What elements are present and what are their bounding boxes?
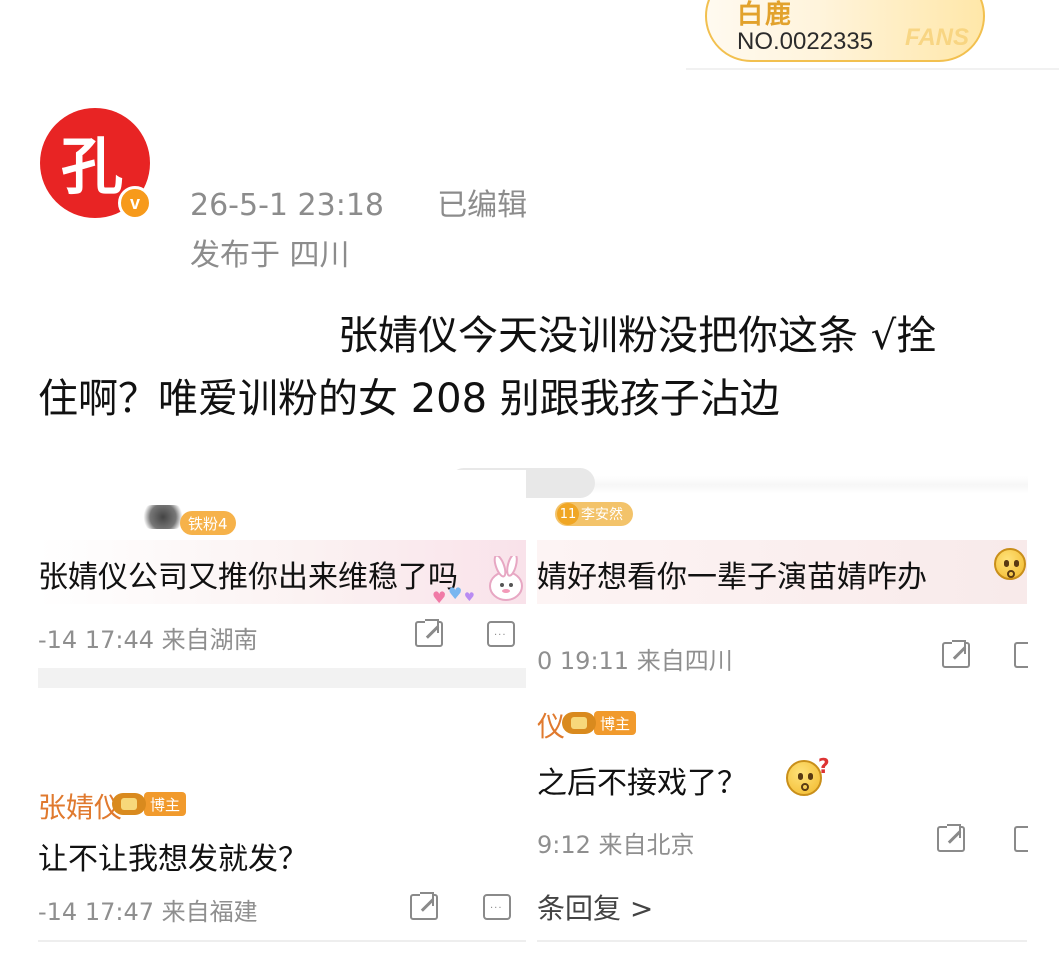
- avatar-initial: 孔: [60, 130, 123, 203]
- fans-number: NO.0022335: [737, 28, 874, 55]
- comment-icon[interactable]: ···: [483, 894, 511, 920]
- comment-time: -14 17:44 来自湖南: [38, 626, 258, 654]
- reply-text: 之后不接戏了？: [537, 766, 747, 801]
- fan-tag: 铁粉4: [180, 511, 236, 535]
- share-icon[interactable]: [415, 619, 443, 647]
- author-badge-label: 博主: [144, 792, 187, 816]
- comment-icon[interactable]: [1014, 642, 1028, 668]
- question-mark-icon: ?: [818, 754, 830, 778]
- author-badge-label: 博主: [594, 711, 637, 735]
- author-badge: 博主: [112, 792, 187, 816]
- comment-time: 0 19:11 来自四川: [537, 647, 733, 675]
- post-meta: 26-5-1 23:18 已编辑: [190, 180, 527, 224]
- heart-icon: ♥: [448, 584, 463, 603]
- edited-label: 已编辑: [437, 188, 528, 223]
- comment-text: 婧好想看你一辈子演苗婧咋办: [537, 560, 927, 595]
- comment-icon[interactable]: ···: [487, 621, 515, 647]
- blurred-username: [140, 505, 186, 529]
- fan-level: 11: [557, 503, 579, 525]
- share-icon[interactable]: [410, 892, 438, 920]
- post-body-line2: 住啊？唯爱训粉的女 208 别跟我孩子沾边: [38, 376, 780, 422]
- crown-icon: [562, 712, 596, 734]
- reply-author[interactable]: 仪: [537, 705, 565, 745]
- sad-emoji: [994, 548, 1026, 580]
- reply-time: 9:12 来自北京: [537, 831, 695, 859]
- reply-text: 让不让我想发就发？: [38, 842, 308, 877]
- view-replies-link[interactable]: 条回复 >: [537, 887, 653, 927]
- divider: [686, 68, 1059, 70]
- divider: [38, 668, 526, 688]
- bunny-sticker: [470, 553, 526, 606]
- share-icon[interactable]: [937, 824, 965, 852]
- post-time: 26-5-1 23:18: [190, 188, 384, 223]
- heart-icon: ♥: [464, 590, 475, 604]
- post-location: 发布于 四川: [190, 238, 350, 273]
- reply-time: -14 17:47 来自福建: [38, 898, 258, 926]
- fan-name: 李安然: [581, 507, 623, 523]
- fans-badge: 白鹿 NO.0022335 FANS: [705, 0, 985, 62]
- verified-icon: v: [118, 186, 152, 220]
- reply-author[interactable]: 张婧仪: [38, 786, 122, 826]
- divider: [537, 940, 1027, 942]
- divider: [38, 940, 526, 942]
- thinking-emoji: [786, 760, 822, 796]
- comment-icon[interactable]: [1014, 826, 1028, 852]
- fan-level-badge: 11 李安然: [555, 502, 633, 526]
- comment-text: 张婧仪公司又推你出来维稳了吗: [38, 560, 458, 595]
- share-icon[interactable]: [942, 640, 970, 668]
- fans-word: FANS: [905, 24, 970, 51]
- crown-icon: [112, 793, 146, 815]
- fans-brand: 白鹿: [737, 0, 794, 30]
- author-badge: 博主: [562, 711, 637, 735]
- heart-icon: ♥: [432, 588, 447, 607]
- post-body-line1: 张婧仪今天没训粉没把你这条 √拴: [338, 313, 937, 359]
